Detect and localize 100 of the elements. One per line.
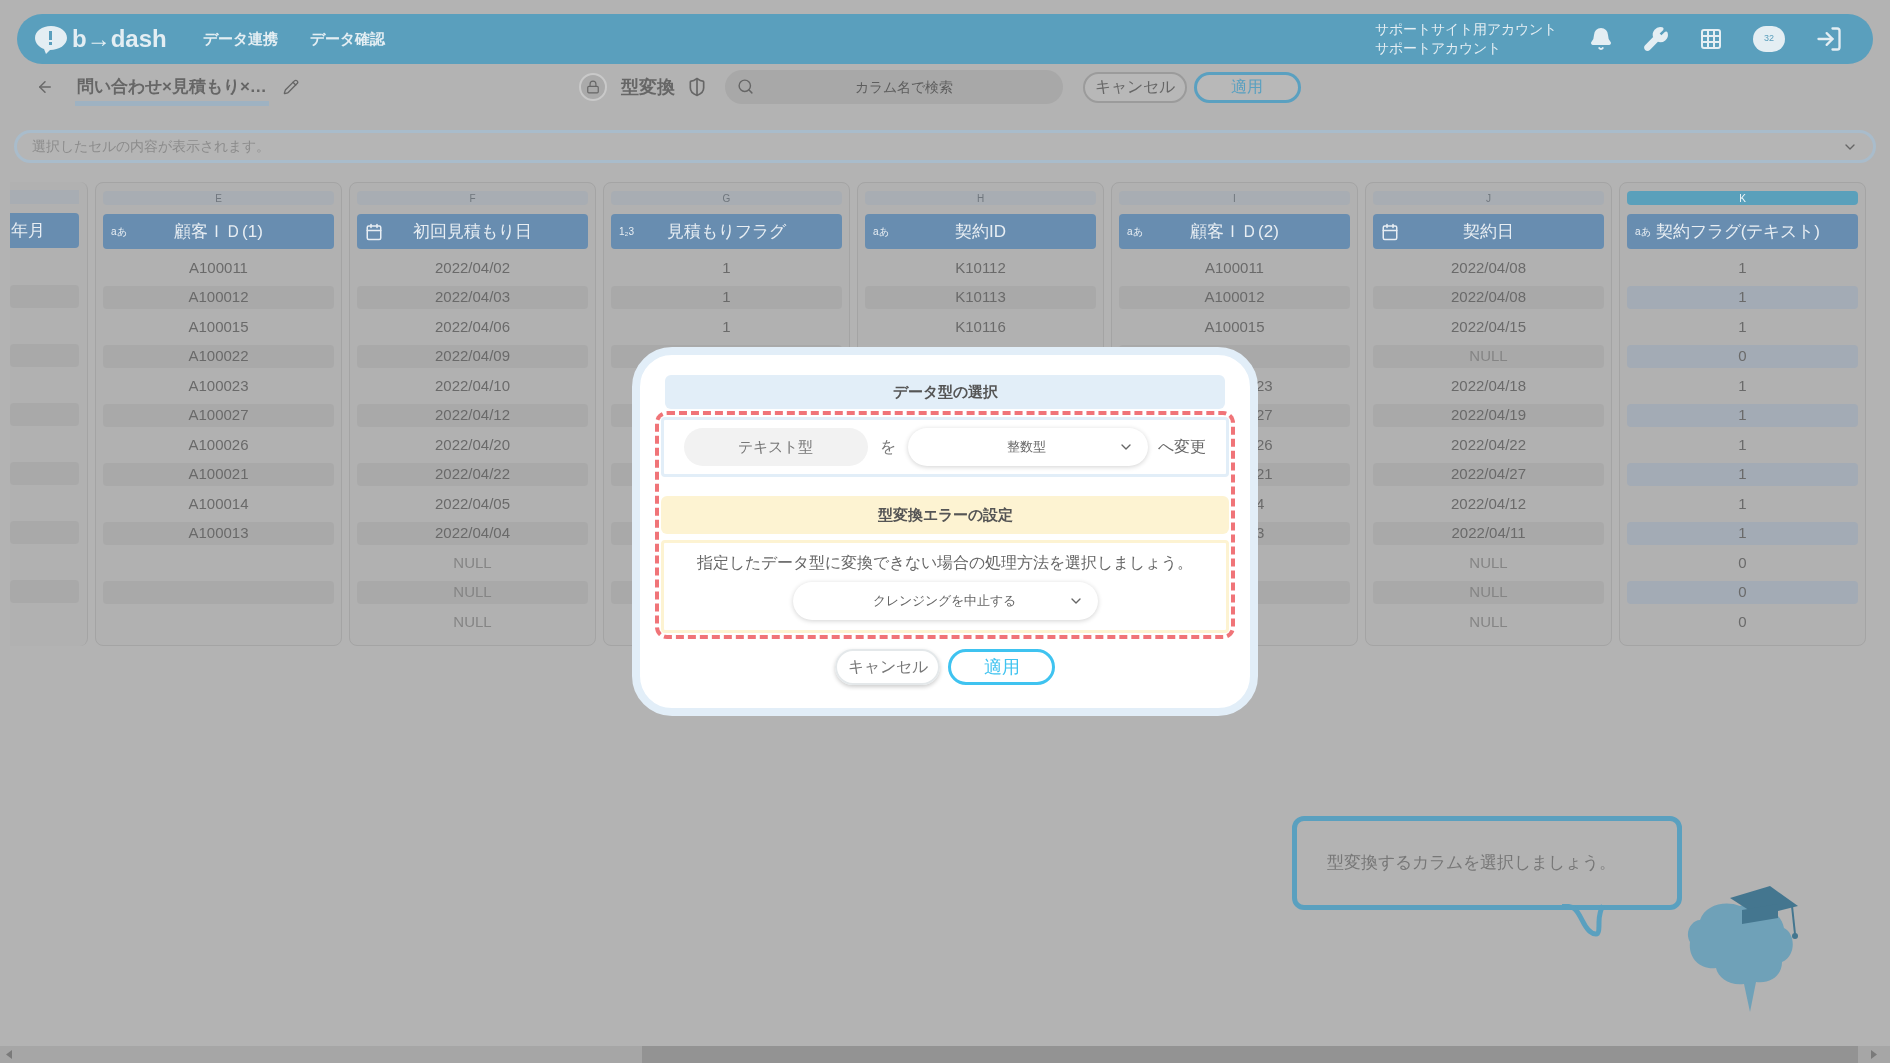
nav-link[interactable]: データ確認 — [309, 27, 385, 51]
table-cell[interactable]: A100013 — [103, 521, 334, 545]
table-cell[interactable]: 2022/04/12 — [1373, 492, 1604, 516]
table-cell[interactable]: 1 — [1627, 285, 1858, 309]
search-icon — [736, 78, 754, 95]
table-cell[interactable]: 2022/04/22 — [1373, 433, 1604, 457]
table-cell[interactable]: 2022/04/27 — [1373, 462, 1604, 486]
table-cell[interactable]: A100021 — [103, 462, 334, 486]
table-cell[interactable]: 2022/04/05 — [357, 492, 588, 516]
wrench-icon[interactable] — [1643, 26, 1669, 52]
table-cell[interactable]: A100023 — [103, 374, 334, 398]
table-cell[interactable]: 2022/04/06 — [357, 315, 588, 339]
column-header[interactable]: aあ 顧客ＩＤ(2) — [1119, 214, 1350, 249]
table-cell[interactable]: 2022/04/09 — [357, 344, 588, 368]
logo[interactable]: b→dash — [72, 21, 167, 57]
table-cell[interactable]: 1 — [1627, 256, 1858, 280]
error-action-select[interactable]: クレンジングを中止する — [792, 582, 1098, 620]
column-header[interactable]: 契約日 — [1373, 214, 1604, 249]
table-cell[interactable]: 2022/04/10 — [357, 374, 588, 398]
table-cell[interactable]: A100015 — [103, 315, 334, 339]
chat-cloud-icon[interactable]: 32 — [1753, 26, 1785, 52]
apply-button[interactable]: 適用 — [948, 649, 1055, 685]
table-cell[interactable]: K10112 — [865, 256, 1096, 280]
bell-icon[interactable] — [1589, 27, 1613, 51]
table-cell[interactable]: 1 — [1627, 374, 1858, 398]
table-cell[interactable]: 1 — [1627, 521, 1858, 545]
table-cell[interactable]: A100011 — [103, 256, 334, 280]
cancel-button[interactable]: キャンセル — [835, 649, 940, 685]
table-cell[interactable]: 1 — [1627, 492, 1858, 516]
instruction-text: 指定したデータ型に変換できない場合の処理方法を選択しましょう。 — [697, 553, 1193, 573]
table-cell[interactable]: K10116 — [865, 315, 1096, 339]
speech-bubble-icon — [33, 24, 69, 54]
table-cell[interactable]: A100011 — [1119, 256, 1350, 280]
column-header[interactable]: 年月 — [10, 213, 79, 248]
table-cell[interactable]: 2022/04/18 — [1373, 374, 1604, 398]
table-cell[interactable]: 2022/04/20 — [357, 433, 588, 457]
nav-link[interactable]: データ連携 — [202, 27, 278, 51]
apply-button[interactable]: 適用 — [1193, 71, 1301, 103]
pencil-icon[interactable] — [282, 79, 299, 95]
table-cell[interactable]: 1 — [1627, 433, 1858, 457]
table-cell[interactable]: 2022/04/03 — [357, 285, 588, 309]
column-header[interactable]: 1₂3 見積もりフラグ — [611, 214, 842, 249]
cancel-button[interactable]: キャンセル — [1082, 71, 1187, 103]
table-cell[interactable]: 2022/04/15 — [1373, 315, 1604, 339]
scroll-left-icon[interactable] — [6, 1050, 12, 1059]
scroll-right-icon[interactable] — [1871, 1050, 1877, 1059]
column-header[interactable]: aあ 顧客ＩＤ(1) — [103, 214, 334, 249]
table-cell[interactable]: 1 — [611, 285, 842, 309]
column-header[interactable]: aあ 契約ID — [865, 214, 1096, 249]
table-cell[interactable]: 2022/04/22 — [357, 462, 588, 486]
table-cell[interactable]: 2022/04/08 — [1373, 285, 1604, 309]
table-cell[interactable]: 2022/04/08 — [1373, 256, 1604, 280]
table-cell[interactable]: 0 — [1627, 344, 1858, 368]
scrollbar-thumb[interactable] — [642, 1046, 1858, 1063]
table-cell[interactable]: A100022 — [103, 344, 334, 368]
column-header[interactable]: aあ 契約フラグ(テキスト) — [1627, 214, 1858, 249]
column-letter[interactable]: F — [357, 191, 588, 205]
column-letter[interactable]: K — [1627, 191, 1858, 205]
table-cell[interactable]: 2022/04/12 — [357, 403, 588, 427]
table-cell[interactable]: 0 — [1627, 580, 1858, 604]
table-cell[interactable]: A100012 — [1119, 285, 1350, 309]
text-type-label: aあ — [873, 226, 889, 237]
table-cell[interactable]: 2022/04/04 — [357, 521, 588, 545]
suffix-text: へ変更 — [1158, 437, 1206, 457]
text-type-label: aあ — [1635, 226, 1651, 237]
table-cell[interactable]: A100015 — [1119, 315, 1350, 339]
project-title[interactable]: 問い合わせ×見積もり×… — [75, 67, 269, 107]
table-cell[interactable]: 1 — [1627, 403, 1858, 427]
table-cell[interactable]: 0 — [1627, 551, 1858, 575]
column-header[interactable]: 初回見積もり日 — [357, 214, 588, 249]
table-cell[interactable]: 2022/04/11 — [1373, 521, 1604, 545]
column-letter[interactable]: G — [611, 191, 842, 205]
logout-icon[interactable] — [1815, 25, 1843, 53]
table-cell[interactable]: 1 — [1627, 315, 1858, 339]
table-cell[interactable]: K10113 — [865, 285, 1096, 309]
column-letter[interactable]: E — [103, 191, 334, 205]
table-cell[interactable]: 2022/04/19 — [1373, 403, 1604, 427]
column-letter[interactable]: H — [865, 191, 1096, 205]
search-field[interactable]: カラム名で検索 — [724, 70, 1063, 104]
table-cell[interactable]: 2022/04/02 — [357, 256, 588, 280]
grid-icon[interactable] — [1699, 27, 1723, 51]
table-cell[interactable]: 0 — [1627, 610, 1858, 634]
scrollbar[interactable] — [0, 1046, 1890, 1063]
table-cell[interactable]: 1 — [611, 315, 842, 339]
back-icon[interactable] — [36, 78, 54, 96]
column-title: 契約ID — [954, 220, 1007, 243]
lock-icon — [578, 73, 607, 101]
column-title: 年月 — [11, 219, 45, 242]
text-type-label: aあ — [111, 226, 127, 237]
column-title: 初回見積もり日 — [412, 220, 533, 243]
column-title: 契約フラグ(テキスト) — [1655, 220, 1821, 243]
calendar-icon — [1381, 222, 1399, 241]
table-cell[interactable]: A100027 — [103, 403, 334, 427]
table-cell[interactable]: A100012 — [103, 285, 334, 309]
type-select[interactable]: 整数型 — [907, 428, 1148, 466]
table-cell[interactable]: A100026 — [103, 433, 334, 457]
table-cell[interactable]: 1 — [1627, 462, 1858, 486]
table-cell[interactable]: A100014 — [103, 492, 334, 516]
column-title: 顧客ＩＤ(1) — [173, 220, 264, 243]
table-cell[interactable]: 1 — [611, 256, 842, 280]
